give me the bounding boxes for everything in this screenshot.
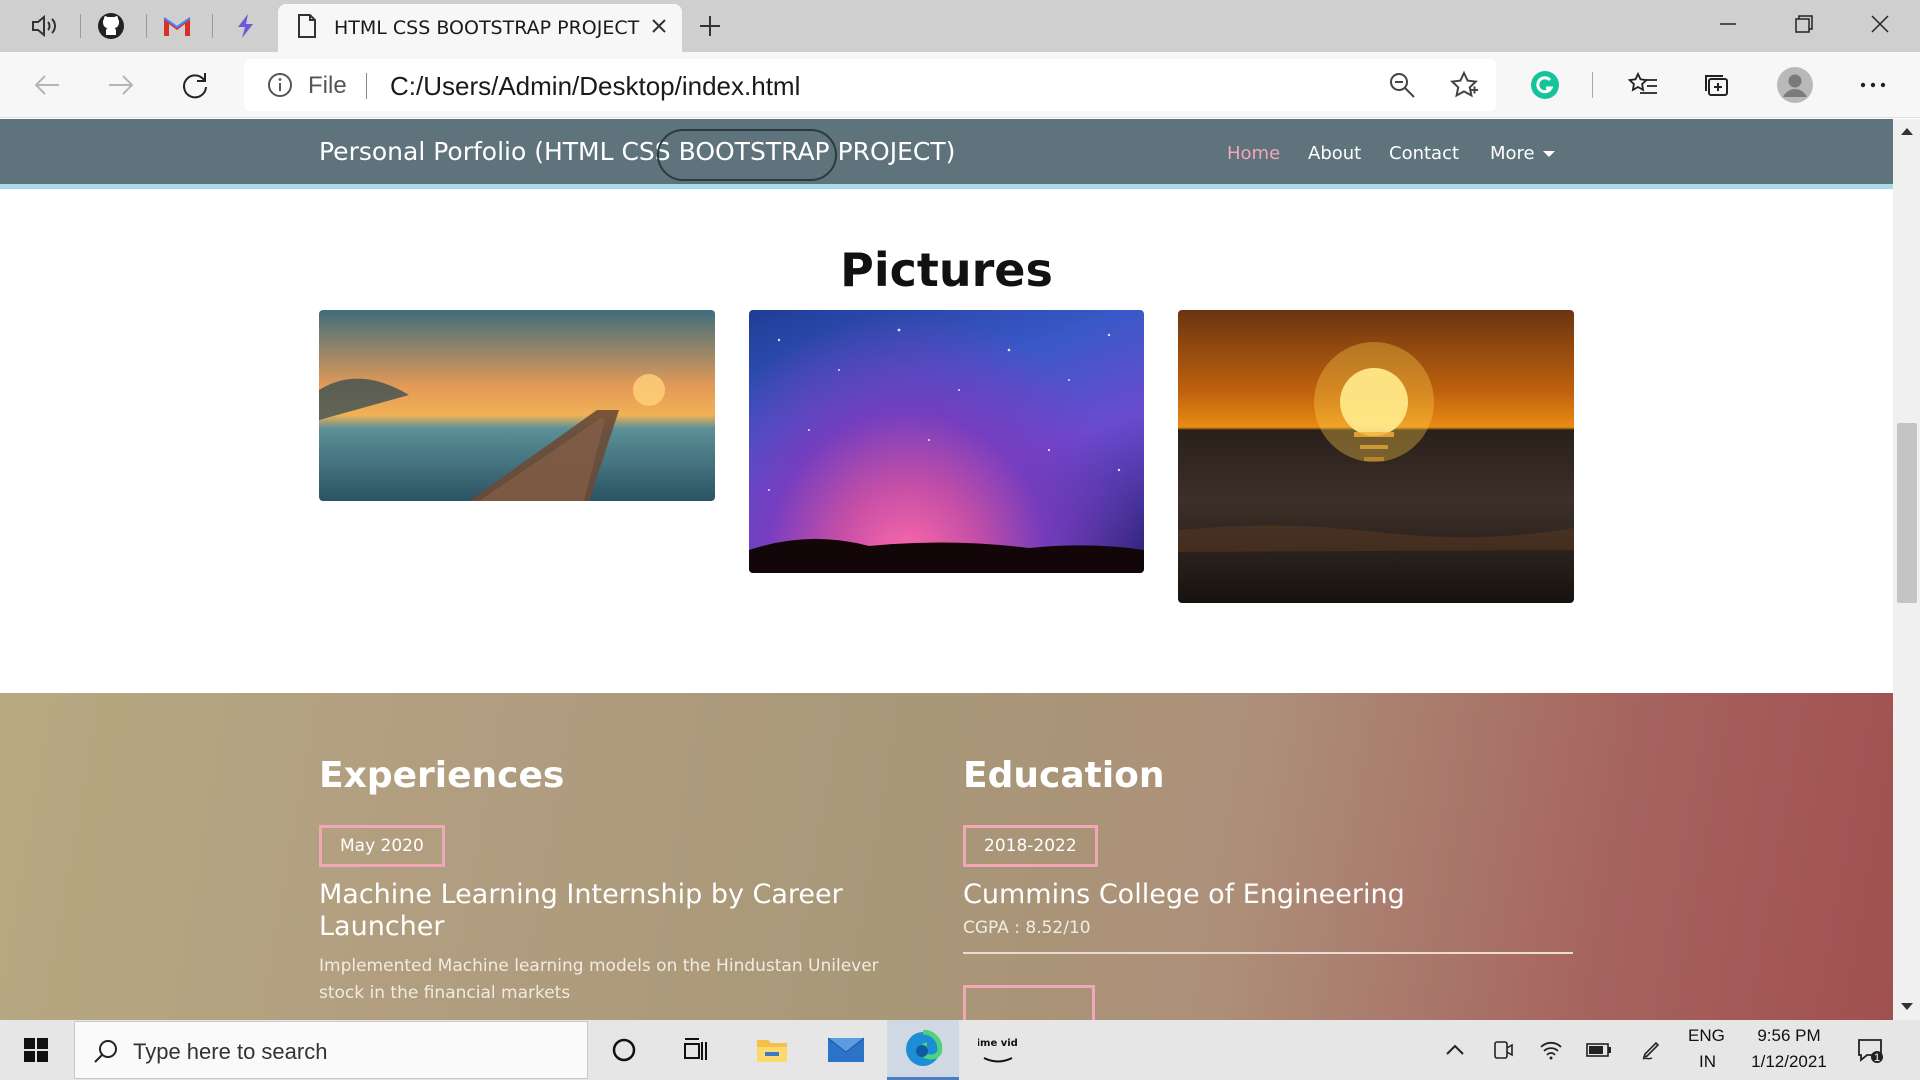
nav-more-dropdown[interactable]: More <box>1490 143 1555 164</box>
show-hidden-icons-chevron-icon[interactable] <box>1440 1036 1470 1064</box>
input-language[interactable]: ENG <box>1688 1026 1725 1046</box>
clock-time[interactable]: 9:56 PM <box>1755 1026 1823 1046</box>
notification-count: 1 <box>1873 1052 1881 1064</box>
scroll-up-icon <box>1901 128 1913 135</box>
file-explorer-icon[interactable] <box>736 1020 808 1080</box>
app-icon[interactable] <box>212 6 278 46</box>
close-tab-icon[interactable] <box>650 17 668 39</box>
windows-logo-icon <box>24 1038 48 1062</box>
favorites-icon[interactable] <box>1620 62 1666 108</box>
education-detail: CGPA : 8.52/10 <box>963 918 1091 938</box>
caret-down-icon <box>1542 151 1555 157</box>
favorite-star-icon[interactable] <box>1444 65 1484 105</box>
mail-icon[interactable] <box>810 1020 882 1080</box>
edge-browser-icon[interactable] <box>887 1020 959 1080</box>
browser-tab-strip: HTML CSS BOOTSTRAP PROJECT <box>0 0 1920 52</box>
wifi-icon[interactable] <box>1536 1036 1566 1064</box>
pier-sunset-image <box>319 310 715 501</box>
scroll-down-icon <box>1901 1003 1913 1010</box>
nav-contact[interactable]: Contact <box>1389 143 1459 164</box>
ocean-sunset-image <box>1178 310 1574 603</box>
address-bar[interactable]: File C:/Users/Admin/Desktop/index.html <box>244 59 1496 111</box>
active-tab[interactable]: HTML CSS BOOTSTRAP PROJECT <box>278 4 682 52</box>
github-icon[interactable] <box>78 6 144 46</box>
meet-now-icon[interactable] <box>1488 1036 1518 1064</box>
more-options-icon[interactable] <box>1850 62 1896 108</box>
page-scrollbar[interactable] <box>1893 119 1920 1020</box>
clock-date[interactable]: 1/12/2021 <box>1745 1052 1833 1072</box>
restore-button[interactable] <box>1766 0 1842 48</box>
nav-about[interactable]: About <box>1308 143 1361 164</box>
taskbar-search-box[interactable]: Type here to search <box>74 1021 588 1079</box>
tab-title: HTML CSS BOOTSTRAP PROJECT <box>334 17 640 39</box>
experience-description: Implemented Machine learning models on t… <box>319 956 879 1003</box>
gmail-icon[interactable] <box>144 6 210 46</box>
brand-highlight-oval <box>657 129 837 181</box>
nav-more-label: More <box>1490 143 1535 164</box>
site-navbar: Personal Porfolio (HTML CSS BOOTSTRAP PR… <box>0 119 1893 189</box>
experiences-heading: Experiences <box>319 755 565 796</box>
back-button[interactable] <box>24 62 70 108</box>
grammarly-icon[interactable] <box>1522 62 1568 108</box>
education-title: Cummins College of Engineering <box>963 879 1405 910</box>
task-view-icon[interactable] <box>660 1020 732 1080</box>
zoom-icon[interactable] <box>1382 65 1422 105</box>
page-icon <box>296 13 318 43</box>
scrollbar-thumb[interactable] <box>1897 423 1917 603</box>
close-window-button[interactable] <box>1842 0 1918 48</box>
pen-icon[interactable] <box>1636 1036 1666 1064</box>
info-icon[interactable] <box>260 65 300 105</box>
search-placeholder: Type here to search <box>133 1039 328 1064</box>
education-divider <box>963 952 1573 954</box>
page-viewport: Personal Porfolio (HTML CSS BOOTSTRAP PR… <box>0 119 1893 1020</box>
milky-way-image <box>749 310 1144 573</box>
browser-toolbar: File C:/Users/Admin/Desktop/index.html <box>0 52 1920 118</box>
input-region[interactable]: IN <box>1699 1052 1716 1072</box>
experience-date-badge: May 2020 <box>319 825 445 867</box>
new-tab-button[interactable] <box>690 8 730 44</box>
url-text[interactable]: C:/Users/Admin/Desktop/index.html <box>390 71 800 102</box>
education-next-date-badge <box>963 985 1095 1020</box>
scheme-label: File <box>308 72 347 99</box>
speaker-icon[interactable] <box>12 6 78 46</box>
battery-icon[interactable] <box>1584 1036 1614 1064</box>
search-icon <box>94 1040 117 1063</box>
education-date-badge: 2018-2022 <box>963 825 1098 867</box>
prime-video-icon[interactable]: prime video <box>962 1020 1034 1080</box>
collections-icon[interactable] <box>1694 62 1740 108</box>
start-button[interactable] <box>0 1020 72 1080</box>
refresh-button[interactable] <box>172 62 218 108</box>
forward-button[interactable] <box>98 62 144 108</box>
profile-avatar[interactable] <box>1772 62 1818 108</box>
pictures-heading: Pictures <box>840 243 1053 297</box>
windows-taskbar: Type here to search prime video ENG IN 9… <box>0 1020 1920 1080</box>
site-brand[interactable]: Personal Porfolio (HTML CSS BOOTSTRAP PR… <box>319 137 955 166</box>
prime-video-text: prime video <box>978 1038 1018 1049</box>
experience-title: Machine Learning Internship by Career La… <box>319 879 843 942</box>
experience-education-section: Experiences May 2020 Machine Learning In… <box>0 693 1893 1020</box>
education-heading: Education <box>963 755 1165 796</box>
cortana-icon[interactable] <box>588 1020 660 1080</box>
minimize-button[interactable] <box>1690 0 1766 48</box>
nav-home[interactable]: Home <box>1227 143 1280 164</box>
